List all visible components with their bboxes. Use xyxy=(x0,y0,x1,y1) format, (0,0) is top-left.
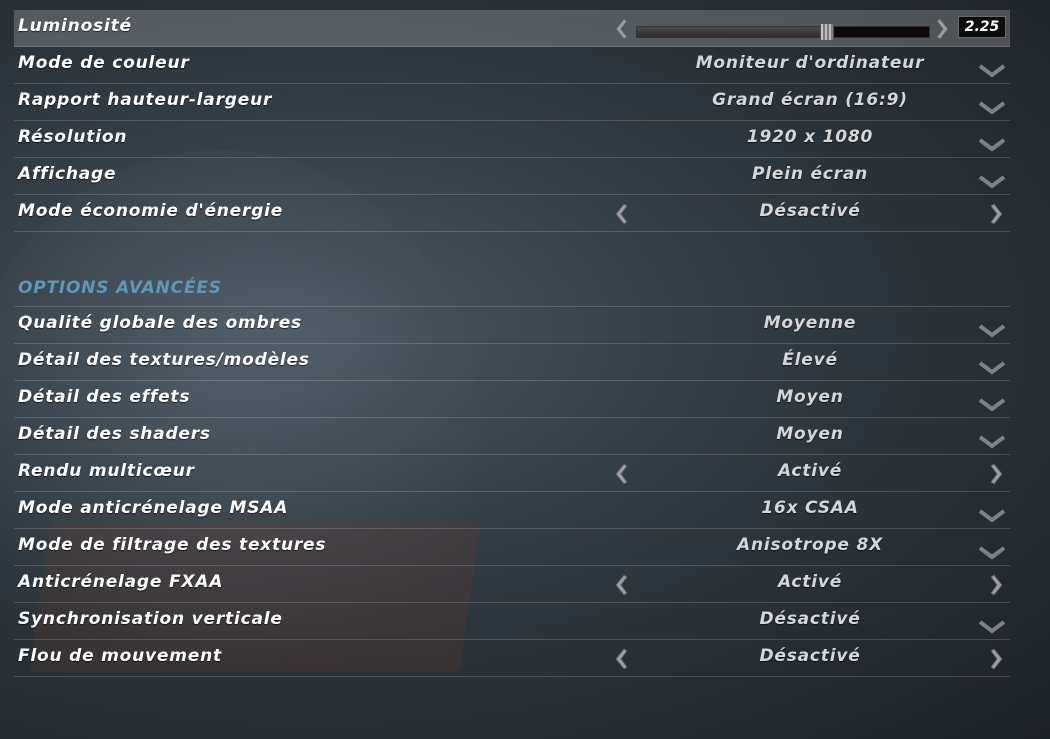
setting-row-rendu-multic-ur[interactable]: Rendu multicœur Activé xyxy=(14,455,1010,492)
setting-row-anticrenelage-fxaa[interactable]: Anticrénelage FXAA Activé xyxy=(14,566,1010,603)
setting-value[interactable]: Moniteur d'ordinateur xyxy=(660,53,960,73)
setting-value[interactable]: Désactivé xyxy=(660,646,960,666)
arrow-right-icon[interactable] xyxy=(990,648,1006,670)
setting-label: Synchronisation verticale xyxy=(18,609,283,629)
setting-value[interactable]: 16x CSAA xyxy=(660,498,960,518)
setting-label: Qualité globale des ombres xyxy=(18,313,302,333)
setting-value[interactable]: Élevé xyxy=(660,350,960,370)
arrow-right-icon[interactable] xyxy=(936,18,952,40)
setting-row-flou-de-mouvement[interactable]: Flou de mouvement Désactivé xyxy=(14,640,1010,677)
setting-label: Luminosité xyxy=(18,16,132,36)
setting-row-synchronisation-verticale[interactable]: Synchronisation verticale Désactivé xyxy=(14,603,1010,640)
setting-row-mode-de-filtrage-des-textures[interactable]: Mode de filtrage des textures Anisotrope … xyxy=(14,529,1010,566)
chevron-down-icon[interactable] xyxy=(978,619,1006,635)
setting-label: Anticrénelage FXAA xyxy=(18,572,224,592)
arrow-left-icon[interactable] xyxy=(612,574,628,596)
chevron-down-icon[interactable] xyxy=(978,100,1006,116)
setting-row-rapport-hauteur-largeur[interactable]: Rapport hauteur-largeur Grand écran (16:9… xyxy=(14,84,1010,121)
chevron-down-icon[interactable] xyxy=(978,508,1006,524)
section-title: OPTIONS AVANCÉES xyxy=(18,278,222,298)
arrow-left-icon[interactable] xyxy=(612,648,628,670)
setting-label: Rapport hauteur-largeur xyxy=(18,90,273,110)
chevron-down-icon[interactable] xyxy=(978,137,1006,153)
setting-value[interactable]: Activé xyxy=(660,572,960,592)
chevron-down-icon[interactable] xyxy=(978,434,1006,450)
arrow-left-icon[interactable] xyxy=(612,18,628,40)
setting-label: Rendu multicœur xyxy=(18,461,195,481)
setting-row-qualite-globale-des-ombres[interactable]: Qualité globale des ombres Moyenne xyxy=(14,307,1010,344)
setting-label: Détail des textures/modèles xyxy=(18,350,310,370)
chevron-down-icon[interactable] xyxy=(978,360,1006,376)
arrow-right-icon[interactable] xyxy=(990,463,1006,485)
setting-row-mode-de-couleur[interactable]: Mode de couleur Moniteur d'ordinateur xyxy=(14,47,1010,84)
chevron-down-icon[interactable] xyxy=(978,545,1006,561)
setting-row-mode-economie-d-energie[interactable]: Mode économie d'énergie Désactivé xyxy=(14,195,1010,232)
arrow-left-icon[interactable] xyxy=(612,463,628,485)
setting-label: Mode économie d'énergie xyxy=(18,201,284,221)
brightness-slider-track[interactable] xyxy=(636,23,930,41)
setting-row-detail-des-textures-modeles[interactable]: Détail des textures/modèles Élevé xyxy=(14,344,1010,381)
arrow-left-icon[interactable] xyxy=(612,203,628,225)
setting-value[interactable]: Désactivé xyxy=(660,609,960,629)
setting-label: Flou de mouvement xyxy=(18,646,222,666)
setting-value[interactable]: Plein écran xyxy=(660,164,960,184)
arrow-right-icon[interactable] xyxy=(990,203,1006,225)
setting-label: Détail des shaders xyxy=(18,424,211,444)
setting-value[interactable]: Anisotrope 8X xyxy=(660,535,960,555)
setting-row-mode-anticrenelage-msaa[interactable]: Mode anticrénelage MSAA 16x CSAA xyxy=(14,492,1010,529)
setting-value[interactable]: Moyenne xyxy=(660,313,960,333)
chevron-down-icon[interactable] xyxy=(978,323,1006,339)
chevron-down-icon[interactable] xyxy=(978,63,1006,79)
setting-row-luminosite[interactable]: Luminosité 2.25 xyxy=(14,10,1010,47)
setting-row-detail-des-effets[interactable]: Détail des effets Moyen xyxy=(14,381,1010,418)
setting-row-resolution[interactable]: Résolution 1920 x 1080 xyxy=(14,121,1010,158)
setting-label: Mode de couleur xyxy=(18,53,190,73)
setting-value[interactable]: Désactivé xyxy=(660,201,960,221)
chevron-down-icon[interactable] xyxy=(978,174,1006,190)
setting-row-affichage[interactable]: Affichage Plein écran xyxy=(14,158,1010,195)
chevron-down-icon[interactable] xyxy=(978,397,1006,413)
arrow-right-icon[interactable] xyxy=(990,574,1006,596)
setting-label: Détail des effets xyxy=(18,387,191,407)
setting-label: Mode anticrénelage MSAA xyxy=(18,498,289,518)
settings-panel: Luminosité 2.25 Mode de couleur Moniteur d'… xyxy=(14,10,1010,677)
brightness-value: 2.25 xyxy=(958,16,1006,38)
setting-label: Mode de filtrage des textures xyxy=(18,535,327,555)
advanced-options-header: OPTIONS AVANCÉES xyxy=(14,270,1010,307)
setting-row-detail-des-shaders[interactable]: Détail des shaders Moyen xyxy=(14,418,1010,455)
setting-value[interactable]: Activé xyxy=(660,461,960,481)
brightness-slider-thumb[interactable] xyxy=(819,23,834,41)
brightness-slider-fill xyxy=(637,27,827,37)
setting-label: Résolution xyxy=(18,127,128,147)
setting-value[interactable]: Moyen xyxy=(660,387,960,407)
setting-value[interactable]: Moyen xyxy=(660,424,960,444)
setting-label: Affichage xyxy=(18,164,117,184)
setting-value[interactable]: Grand écran (16:9) xyxy=(660,90,960,110)
setting-value[interactable]: 1920 x 1080 xyxy=(660,127,960,147)
